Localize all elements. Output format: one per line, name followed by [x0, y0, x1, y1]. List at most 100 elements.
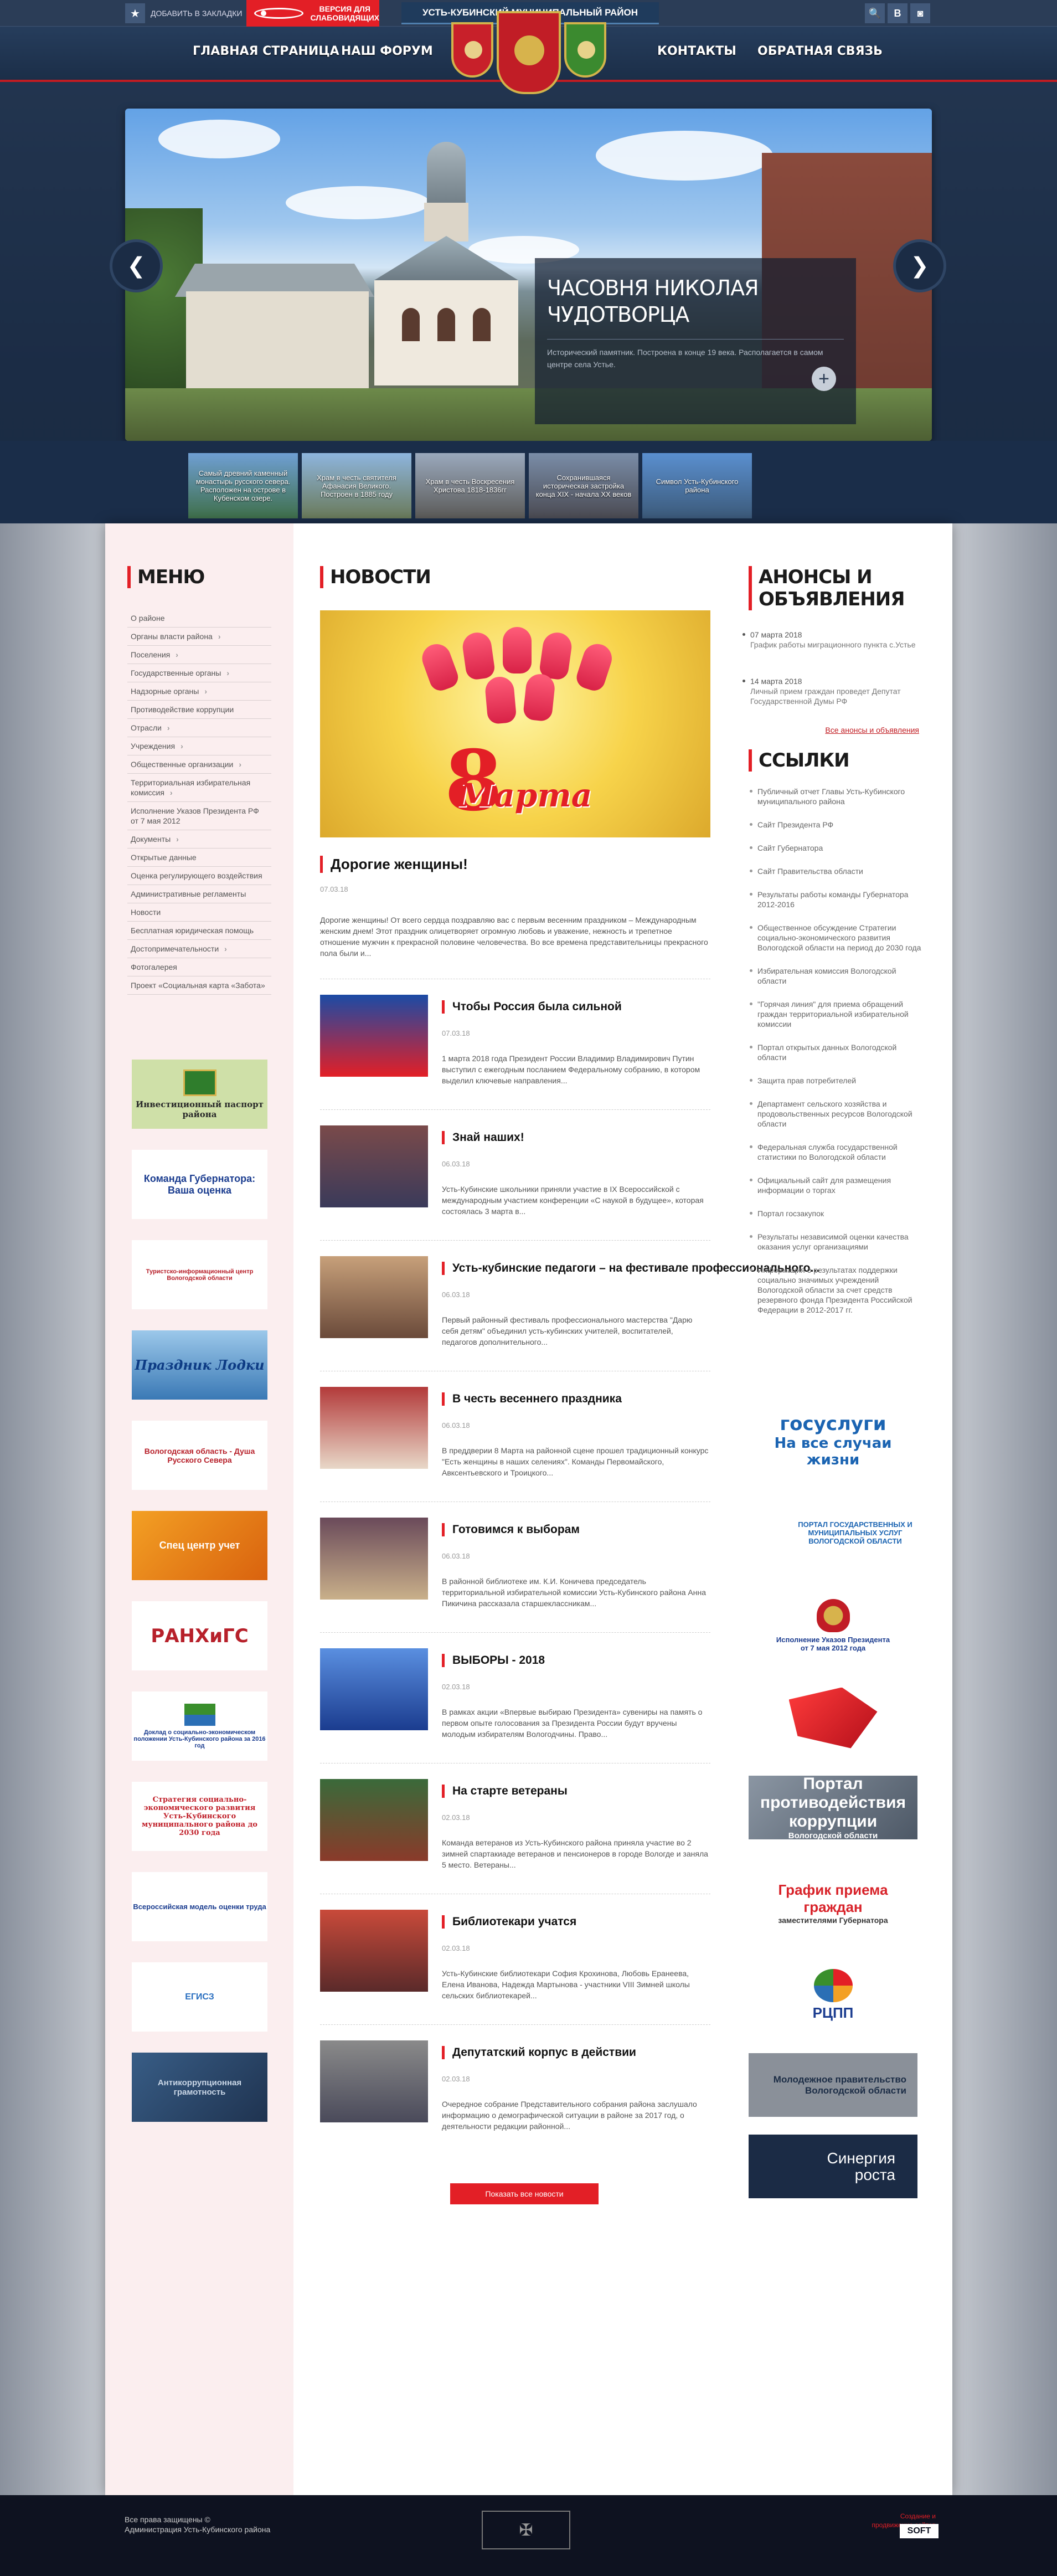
external-link[interactable]: Результаты работы команды Губернатора 20…: [750, 889, 924, 909]
sidebar-menu-item[interactable]: Бесплатная юридическая помощь: [127, 922, 271, 940]
nav-forum[interactable]: Наш форум: [341, 44, 433, 58]
boat-festival-banner[interactable]: Праздник Лодки: [132, 1330, 267, 1400]
external-link[interactable]: Официальный сайт для размещения информац…: [750, 1175, 924, 1195]
sidebar-menu-item[interactable]: Новости: [127, 903, 271, 922]
news-thumbnail[interactable]: [320, 2040, 428, 2122]
external-link[interactable]: Сайт Губернатора: [750, 843, 924, 853]
news-title[interactable]: Депутатский корпус в действии: [442, 2046, 636, 2059]
search-icon[interactable]: 🔍: [865, 3, 885, 23]
nav-feedback[interactable]: Обратная связь: [757, 44, 883, 58]
egisz-banner[interactable]: ЕГИСЗ: [132, 1962, 267, 2032]
sidebar-menu-item[interactable]: Органы власти района ›: [127, 628, 271, 646]
news-thumbnail[interactable]: [320, 995, 428, 1077]
news-item[interactable]: Чтобы Россия была сильной 07.03.18 1 марта…: [320, 979, 710, 1106]
sidebar-menu-item[interactable]: Государственные органы ›: [127, 664, 271, 682]
ranepa-banner[interactable]: РАНХиГС: [132, 1601, 267, 1670]
gosuslugi-banner[interactable]: госуслуги На все случаи жизни: [749, 1406, 917, 1475]
external-link[interactable]: "Горячая линия" для приема обращений гра…: [750, 999, 924, 1029]
sidebar-menu-item[interactable]: Отрасли ›: [127, 719, 271, 737]
slider-prev-button[interactable]: ❮: [110, 239, 163, 292]
sidebar-menu-item[interactable]: Административные регламенты: [127, 885, 271, 903]
external-link[interactable]: Информация о результатах поддержки социа…: [750, 1265, 924, 1315]
thumbnail-4[interactable]: Сохранившаяся историческая застройка кон…: [529, 453, 638, 518]
red-ribbon-banner[interactable]: [749, 1683, 917, 1752]
low-vision-button[interactable]: Версия для слабовидящих: [246, 0, 379, 27]
bookmark-link[interactable]: ★ Добавить в закладки: [125, 1, 242, 25]
sidebar-menu-item[interactable]: Поселения ›: [127, 646, 271, 664]
spec-center-banner[interactable]: Спец центр учет: [132, 1511, 267, 1580]
sidebar-menu-item[interactable]: Надзорные органы ›: [127, 682, 271, 701]
news-item[interactable]: Готовимся к выборам 06.03.18 В районной би…: [320, 1502, 710, 1629]
presidential-decrees-banner[interactable]: Исполнение Указов Президента от 7 мая 20…: [749, 1591, 917, 1660]
external-link[interactable]: Результаты независимой оценки качества о…: [750, 1232, 924, 1252]
governor-team-banner[interactable]: Команда Губернатора: Ваша оценка: [132, 1150, 267, 1219]
sidebar-menu-item[interactable]: Территориальная избирательная комиссия ›: [127, 774, 271, 802]
news-item[interactable]: В честь весеннего праздника 06.03.18 В пре…: [320, 1371, 710, 1498]
all-announcements-link[interactable]: Все анонсы и объявления: [817, 726, 919, 734]
invest-passport-banner[interactable]: Инвестиционный паспорт района: [132, 1060, 267, 1129]
news-thumbnail[interactable]: [320, 1779, 428, 1861]
youth-government-banner[interactable]: Молодежное правительство Вологодской обл…: [749, 2053, 917, 2117]
external-link[interactable]: Публичный отчет Главы Усть-Кубинского му…: [750, 786, 924, 806]
sidebar-menu-item[interactable]: О районе: [127, 609, 271, 628]
external-link[interactable]: Департамент сельского хозяйства и продов…: [750, 1099, 924, 1129]
anticorruption-portal-banner[interactable]: Портал противодействия коррупции Вологод…: [749, 1775, 917, 1840]
sidebar-menu-item[interactable]: Фотогалерея: [127, 958, 271, 976]
rcpp-banner[interactable]: РЦПП: [749, 1961, 917, 2030]
thumbnail-1[interactable]: Самый древний каменный монастырь русског…: [188, 453, 298, 518]
news-title[interactable]: Готовимся к выборам: [442, 1523, 580, 1536]
sidebar-menu-item[interactable]: Учреждения ›: [127, 737, 271, 755]
synergy-banner[interactable]: Синергия роста: [749, 2135, 917, 2198]
news-title[interactable]: Знай наших!: [442, 1131, 524, 1144]
sidebar-menu-item[interactable]: Исполнение Указов Президента РФ от 7 мая…: [127, 802, 271, 830]
instagram-icon[interactable]: ◙: [910, 3, 930, 23]
tourist-center-banner[interactable]: Туристско-информационный центр Вологодск…: [132, 1240, 267, 1309]
external-link[interactable]: Портал госзакупок: [750, 1209, 924, 1218]
external-link[interactable]: Портал открытых данных Вологодской облас…: [750, 1042, 924, 1062]
news-thumbnail[interactable]: [320, 1518, 428, 1600]
strategy-2030-banner[interactable]: Стратегия социально-экономического разви…: [132, 1782, 267, 1851]
thumbnail-3[interactable]: Храм в честь Воскресения Христова 1818-1…: [415, 453, 525, 518]
gov-services-portal-banner[interactable]: Портал государственных и муниципальных у…: [749, 1498, 917, 1567]
news-item[interactable]: Библиотекари учатся 02.03.18 Усть-Кубински…: [320, 1894, 710, 2021]
external-link[interactable]: Общественное обсуждение Стратегии социал…: [750, 923, 924, 953]
plus-icon[interactable]: +: [812, 367, 836, 391]
thumbnail-2[interactable]: Храм в честь святителя Афанасия Великого…: [302, 453, 411, 518]
socio-economic-report-banner[interactable]: Доклад о социально-экономическом положен…: [132, 1691, 267, 1761]
thumbnail-5[interactable]: Символ Усть-Кубинского района: [642, 453, 752, 518]
developer-logo[interactable]: SOFT: [900, 2524, 939, 2538]
external-link[interactable]: Защита прав потребителей: [750, 1076, 924, 1086]
news-item[interactable]: Усть-кубинские педагоги – на фестивале п…: [320, 1240, 820, 1367]
featured-news-image[interactable]: 8 Марта: [320, 610, 710, 837]
sidebar-menu-item[interactable]: Документы ›: [127, 830, 271, 849]
announcement-item[interactable]: 07 марта 2018 График работы миграционног…: [743, 630, 922, 650]
news-title[interactable]: На старте ветераны: [442, 1785, 568, 1798]
labor-model-banner[interactable]: Всероссийская модель оценки труда: [132, 1872, 267, 1941]
sidebar-menu-item[interactable]: Проект «Социальная карта «Забота»: [127, 976, 271, 995]
nav-home[interactable]: Главная страница: [193, 44, 339, 58]
anticorruption-banner[interactable]: Антикоррупционная грамотность: [132, 2053, 267, 2122]
news-thumbnail[interactable]: [320, 1387, 428, 1469]
news-title[interactable]: Чтобы Россия была сильной: [442, 1000, 622, 1014]
slider-next-button[interactable]: ❯: [893, 239, 946, 292]
external-link[interactable]: Сайт Правительства области: [750, 866, 924, 876]
nav-contacts[interactable]: Контакты: [657, 44, 736, 58]
coat-of-arms[interactable]: [451, 11, 606, 100]
news-thumbnail[interactable]: [320, 1910, 428, 1992]
news-title[interactable]: В честь весеннего праздника: [442, 1392, 622, 1406]
news-thumbnail[interactable]: [320, 1256, 428, 1338]
external-link[interactable]: Сайт Президента РФ: [750, 820, 924, 830]
news-item[interactable]: Знай наших! 06.03.18 Усть-Кубинские школьн…: [320, 1109, 710, 1237]
vologda-region-banner[interactable]: Вологодская область - Душа Русского Севе…: [132, 1421, 267, 1490]
sidebar-menu-item[interactable]: Открытые данные: [127, 849, 271, 867]
reception-schedule-banner[interactable]: График приема граждан заместителями Губе…: [749, 1868, 917, 1937]
news-title[interactable]: Библиотекари учатся: [442, 1915, 576, 1929]
news-title[interactable]: ВЫБОРЫ - 2018: [442, 1654, 545, 1667]
external-link[interactable]: Избирательная комиссия Вологодской облас…: [750, 966, 924, 986]
news-item[interactable]: ВЫБОРЫ - 2018 02.03.18 В рамках акции «Впе…: [320, 1632, 710, 1760]
featured-news-title[interactable]: Дорогие женщины!: [320, 856, 468, 873]
sidebar-menu-item[interactable]: Достопримечательности ›: [127, 940, 271, 958]
sidebar-menu-item[interactable]: Общественные организации ›: [127, 755, 271, 774]
external-link[interactable]: Федеральная служба государственной стати…: [750, 1142, 924, 1162]
announcement-item[interactable]: 14 марта 2018 Личный прием граждан прове…: [743, 676, 922, 706]
